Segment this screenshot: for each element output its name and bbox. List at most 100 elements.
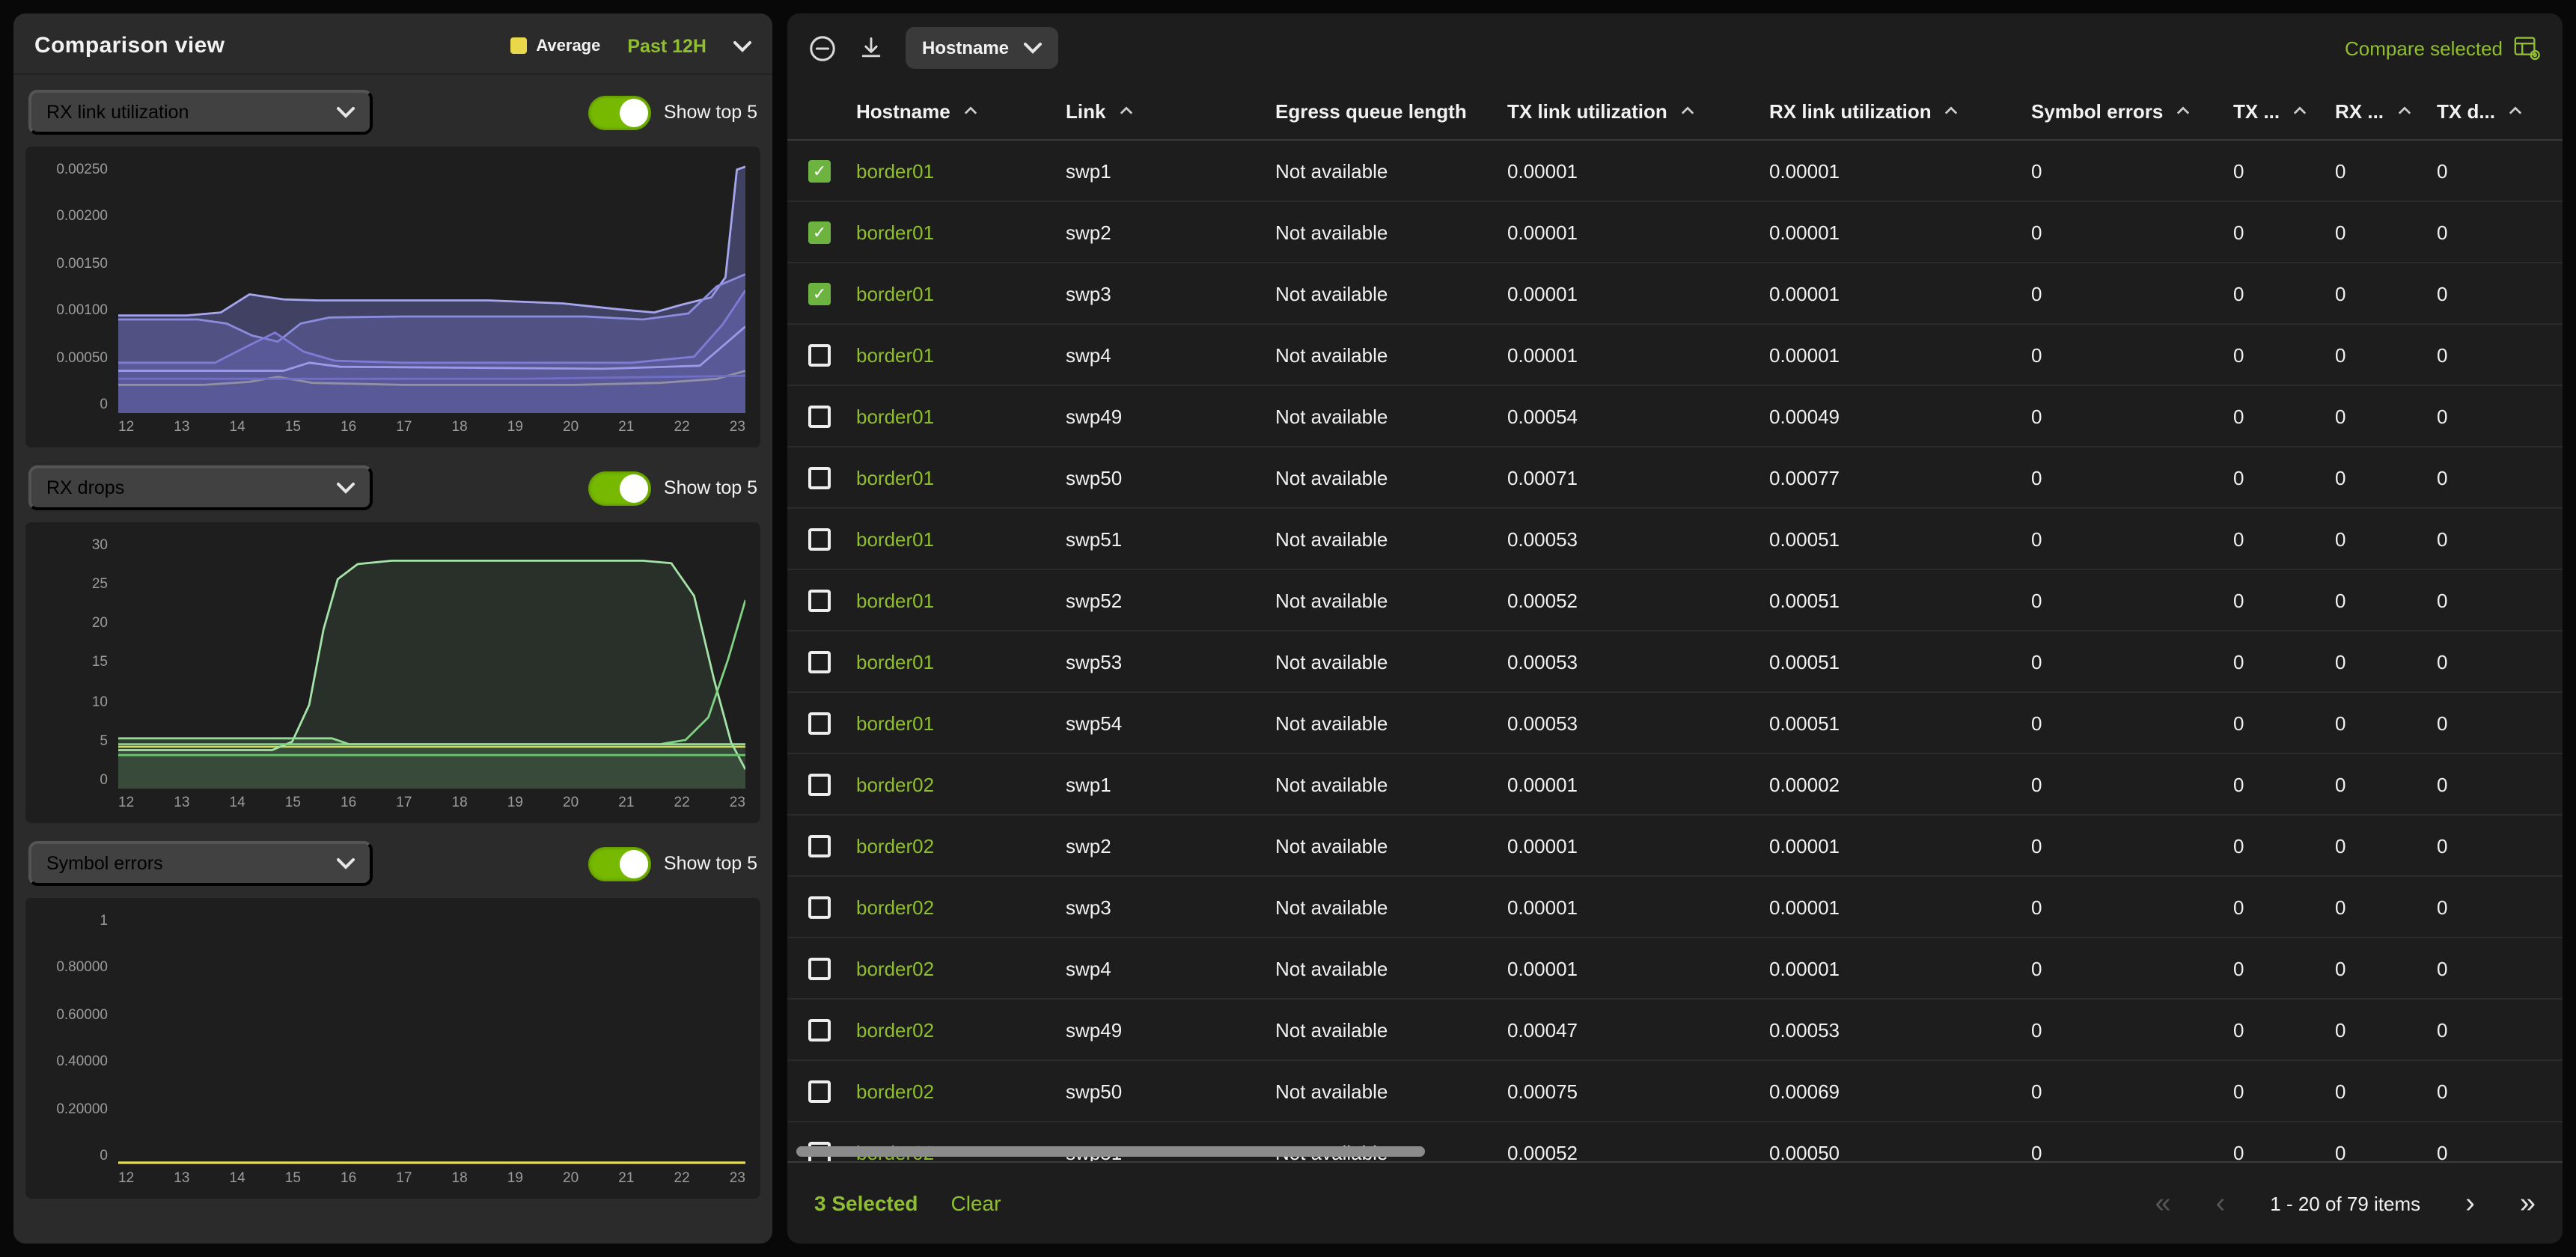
cell-hostname[interactable]: border02	[856, 773, 1066, 795]
row-checkbox[interactable]	[808, 466, 831, 489]
metric-select[interactable]: Symbol errors	[28, 841, 373, 886]
cell-hostname[interactable]: border02	[856, 1018, 1066, 1041]
cell-link: swp3	[1066, 282, 1275, 305]
export-button[interactable]	[858, 34, 885, 61]
cell-hostname[interactable]: border01	[856, 282, 1066, 305]
cell-link: swp51	[1066, 527, 1275, 550]
cell-hostname[interactable]: border02	[856, 957, 1066, 979]
cell-hostname[interactable]: border01	[856, 527, 1066, 550]
previous-page-icon[interactable]: ‹	[2216, 1189, 2226, 1217]
table-row: border01swp50Not available0.000710.00077…	[787, 447, 2563, 509]
chevron-down-icon	[337, 106, 355, 118]
plot-area	[118, 537, 745, 789]
metric-select-label: RX drops	[46, 477, 124, 498]
column-header-tx[interactable]: TX link utilization	[1507, 100, 1769, 122]
row-checkbox[interactable]	[808, 589, 831, 611]
row-checkbox[interactable]: ✓	[808, 221, 831, 243]
time-range-select[interactable]: Past 12H	[627, 35, 706, 56]
cell-tx-link-utilization: 0.00001	[1507, 957, 1769, 979]
cell-link: swp4	[1066, 957, 1275, 979]
cell-hostname[interactable]: border01	[856, 405, 1066, 427]
time-range-chevron-icon[interactable]	[733, 40, 751, 52]
x-tick-label: 12	[118, 419, 134, 440]
cell-tx-d: 0	[2437, 282, 2557, 305]
compare-selected-button[interactable]: Compare selected	[2345, 35, 2542, 61]
cell-egress-queue-length: Not available	[1275, 282, 1507, 305]
cell-hostname[interactable]: border01	[856, 712, 1066, 734]
cell-tx-link-utilization: 0.00052	[1507, 1141, 1769, 1161]
cell-egress-queue-length: Not available	[1275, 589, 1507, 611]
y-tick-label: 0	[100, 1148, 108, 1164]
metric-select[interactable]: RX drops	[28, 465, 373, 510]
x-tick-label: 14	[230, 795, 245, 816]
collapse-rows-button[interactable]	[808, 34, 837, 62]
column-header-txd[interactable]: TX d...	[2437, 100, 2557, 122]
cell-egress-queue-length: Not available	[1275, 650, 1507, 673]
x-tick-label: 13	[174, 419, 189, 440]
group-by-label: Hostname	[922, 37, 1009, 58]
cell-hostname[interactable]: border02	[856, 896, 1066, 918]
column-header-link[interactable]: Link	[1066, 100, 1275, 122]
cell-hostname[interactable]: border01	[856, 159, 1066, 182]
plot-area	[118, 162, 745, 413]
cell-hostname[interactable]: border01	[856, 589, 1066, 611]
cell-rx: 0	[2335, 712, 2437, 734]
row-checkbox[interactable]: ✓	[808, 282, 831, 305]
cell-hostname[interactable]: border02	[856, 1080, 1066, 1102]
cell-hostname[interactable]: border01	[856, 650, 1066, 673]
show-top5-toggle[interactable]	[589, 95, 652, 129]
cell-rx-link-utilization: 0.00001	[1769, 957, 2031, 979]
clear-selection-button[interactable]: Clear	[942, 1190, 1010, 1217]
cell-egress-queue-length: Not available	[1275, 527, 1507, 550]
column-header-tx2[interactable]: TX ...	[2233, 100, 2335, 122]
row-checkbox[interactable]	[808, 343, 831, 366]
cell-hostname[interactable]: border02	[856, 834, 1066, 857]
cell-symbol-errors: 0	[2031, 650, 2233, 673]
row-checkbox[interactable]	[808, 896, 831, 918]
cell-tx-d: 0	[2437, 159, 2557, 182]
column-header-hostname[interactable]: Hostname	[856, 100, 1066, 122]
cell-rx-link-utilization: 0.00051	[1769, 712, 2031, 734]
show-top5-toggle[interactable]	[589, 471, 652, 505]
row-checkbox[interactable]	[808, 650, 831, 673]
sort-caret-icon	[964, 106, 977, 115]
column-label: RX link utilization	[1769, 100, 1932, 122]
cell-rx-link-utilization: 0.00002	[1769, 773, 2031, 795]
next-page-icon[interactable]: ›	[2465, 1189, 2475, 1217]
row-checkbox[interactable]: ✓	[808, 159, 831, 182]
row-checkbox[interactable]	[808, 405, 831, 427]
cell-rx-link-utilization: 0.00051	[1769, 527, 2031, 550]
cell-hostname[interactable]: border01	[856, 221, 1066, 243]
column-header-sym[interactable]: Symbol errors	[2031, 100, 2233, 122]
average-legend-label: Average	[536, 37, 600, 55]
cell-symbol-errors: 0	[2031, 773, 2233, 795]
row-checkbox[interactable]	[808, 957, 831, 979]
row-checkbox[interactable]	[808, 527, 831, 550]
first-page-icon[interactable]: «	[2155, 1189, 2170, 1217]
cell-rx: 0	[2335, 896, 2437, 918]
row-checkbox[interactable]	[808, 1080, 831, 1102]
cell-link: swp1	[1066, 159, 1275, 182]
column-label: RX ...	[2335, 100, 2384, 122]
x-tick-label: 13	[174, 1170, 189, 1191]
row-checkbox[interactable]	[808, 773, 831, 795]
column-header-rx[interactable]: RX link utilization	[1769, 100, 2031, 122]
column-header-rx2[interactable]: RX ...	[2335, 100, 2437, 122]
horizontal-scrollbar[interactable]	[796, 1146, 1425, 1157]
table-row: border02swp49Not available0.000470.00053…	[787, 1000, 2563, 1061]
metric-select[interactable]: RX link utilization	[28, 90, 373, 135]
row-checkbox[interactable]	[808, 834, 831, 857]
table-toolbar: Hostname Compare selected	[787, 13, 2563, 82]
group-by-select[interactable]: Hostname	[906, 27, 1058, 69]
cell-hostname[interactable]: border01	[856, 466, 1066, 489]
cell-tx-d: 0	[2437, 589, 2557, 611]
cell-hostname[interactable]: border01	[856, 343, 1066, 366]
last-page-icon[interactable]: »	[2520, 1189, 2536, 1217]
cell-tx: 0	[2233, 466, 2335, 489]
table-rows: ✓border01swp1Not available0.000010.00001…	[787, 141, 2563, 1161]
cell-link: swp53	[1066, 650, 1275, 673]
row-checkbox[interactable]	[808, 712, 831, 734]
show-top5-toggle[interactable]	[589, 846, 652, 881]
cell-symbol-errors: 0	[2031, 527, 2233, 550]
row-checkbox[interactable]	[808, 1018, 831, 1041]
